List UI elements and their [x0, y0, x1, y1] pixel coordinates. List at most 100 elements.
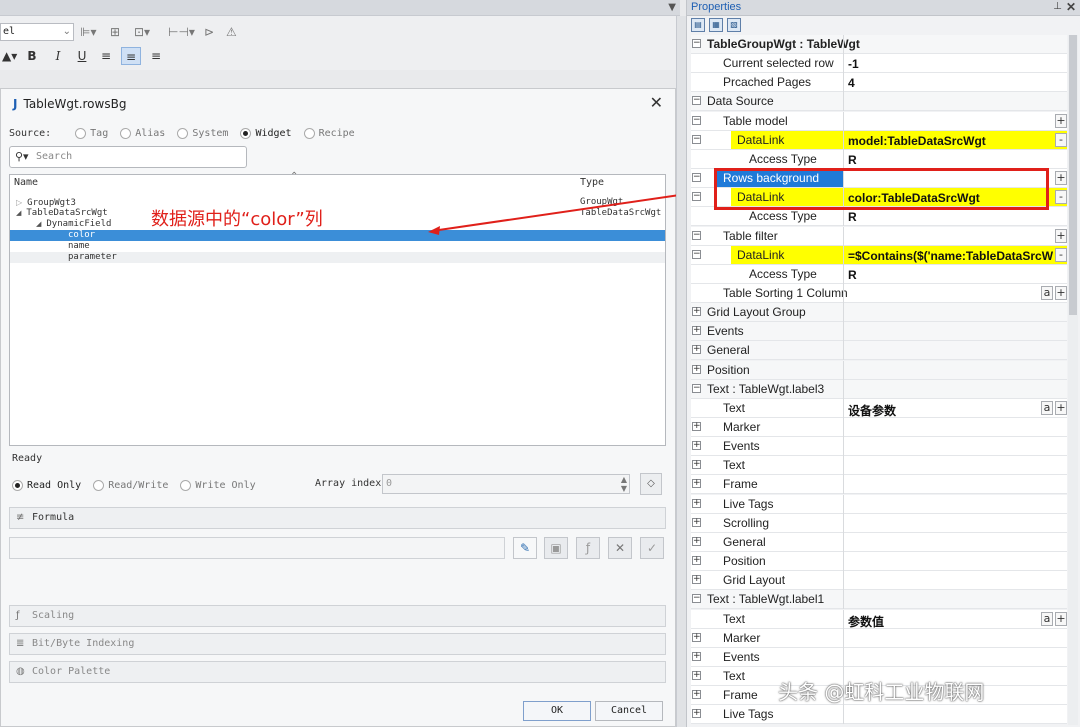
expand-icon[interactable]: +: [692, 556, 701, 566]
text-color-icon[interactable]: ▲▾: [2, 47, 17, 65]
property-pages-icon[interactable]: ▧: [727, 18, 741, 32]
expand-icon[interactable]: +: [692, 498, 701, 508]
alphabetical-view-icon[interactable]: ▦: [709, 18, 723, 32]
distribute-icon[interactable]: ⊡▾: [134, 23, 150, 41]
text-edit-button[interactable]: a: [1041, 400, 1053, 415]
expand-icon[interactable]: +: [692, 670, 701, 680]
collapse-icon[interactable]: −: [692, 383, 701, 393]
collapse-icon[interactable]: −: [692, 96, 701, 106]
read-only-radio[interactable]: Read Only: [12, 479, 81, 491]
bold-button[interactable]: B: [22, 47, 42, 65]
property-row[interactable]: − Data Source: [691, 92, 1067, 112]
underline-button[interactable]: U: [72, 47, 92, 65]
color-palette-section[interactable]: ◍ Color Palette: [9, 661, 666, 683]
collapse-icon[interactable]: −: [692, 39, 701, 48]
column-header-name[interactable]: Name: [14, 177, 38, 188]
expand-icon[interactable]: +: [692, 575, 701, 585]
property-row[interactable]: Access Type R: [691, 207, 1067, 227]
property-value[interactable]: =$Contains($('name:TableDataSrcW: [848, 249, 1053, 263]
apply-formula-button[interactable]: ✓: [640, 537, 664, 559]
property-row[interactable]: − Table filter +: [691, 226, 1067, 246]
tag-pick-button[interactable]: ◇: [640, 473, 662, 495]
property-row[interactable]: Text 参数值 a +: [691, 609, 1067, 630]
property-value[interactable]: model:TableDataSrcWgt: [848, 134, 1053, 148]
expand-icon[interactable]: +: [692, 517, 701, 527]
write-only-radio[interactable]: Write Only: [180, 479, 256, 491]
array-index-input[interactable]: 0 ▲ ▼: [382, 474, 630, 494]
remove-link-button[interactable]: -: [1055, 247, 1067, 262]
property-value[interactable]: 参数值: [848, 613, 1053, 630]
pin-icon[interactable]: ⊥: [1053, 1, 1062, 12]
property-row[interactable]: Access Type R: [691, 149, 1067, 169]
property-row[interactable]: + Events: [691, 322, 1067, 342]
property-row[interactable]: + Frame: [691, 475, 1067, 495]
property-value[interactable]: -1: [848, 57, 1053, 71]
source-alias-radio[interactable]: Alias: [120, 127, 165, 139]
property-row[interactable]: + General: [691, 341, 1067, 361]
property-value[interactable]: R: [848, 153, 1053, 167]
property-row[interactable]: Current selected row -1: [691, 54, 1067, 74]
expand-icon[interactable]: +: [692, 690, 701, 700]
tree-row[interactable]: ▷ GroupWgt3 GroupWgt: [10, 197, 665, 208]
collapse-icon[interactable]: −: [692, 192, 701, 202]
tree-row-selected[interactable]: color: [10, 230, 665, 241]
scaling-section[interactable]: ƒ Scaling: [9, 605, 666, 627]
property-value[interactable]: 设备参数: [848, 402, 1053, 419]
property-row[interactable]: + Grid Layout Group: [691, 303, 1067, 323]
source-recipe-radio[interactable]: Recipe: [303, 127, 355, 139]
remove-link-button[interactable]: -: [1055, 190, 1067, 205]
expand-icon[interactable]: +: [692, 364, 701, 374]
column-header-type[interactable]: Type: [580, 177, 604, 188]
add-link-button[interactable]: +: [1055, 171, 1067, 186]
remove-link-button[interactable]: -: [1055, 132, 1067, 147]
property-row[interactable]: + Position: [691, 360, 1067, 380]
tree-row[interactable]: name: [10, 241, 665, 252]
clear-formula-button[interactable]: ✕: [608, 537, 632, 559]
property-value[interactable]: R: [848, 210, 1053, 224]
property-row[interactable]: Prcached Pages 4: [691, 73, 1067, 93]
properties-scrollbar[interactable]: [1068, 35, 1078, 725]
property-row[interactable]: + Events: [691, 647, 1067, 667]
arrow-icon[interactable]: ⊳: [204, 23, 214, 41]
property-row[interactable]: + Events: [691, 437, 1067, 457]
close-icon[interactable]: ✕: [1066, 0, 1076, 14]
tree-row[interactable]: ◢ TableDataSrcWgt TableDataSrcWgt: [10, 208, 665, 219]
property-row[interactable]: + Scrolling: [691, 513, 1067, 533]
property-row[interactable]: + Text: [691, 456, 1067, 476]
expand-icon[interactable]: +: [692, 441, 701, 451]
expand-icon[interactable]: +: [692, 422, 701, 431]
collapse-icon[interactable]: −: [692, 230, 701, 240]
expand-icon[interactable]: +: [692, 345, 701, 355]
formula-input[interactable]: [9, 537, 505, 559]
bit-byte-indexing-section[interactable]: ≣ Bit/Byte Indexing: [9, 633, 666, 655]
spinner-icon[interactable]: ▲ ▼: [621, 475, 627, 493]
property-row[interactable]: + General: [691, 532, 1067, 552]
property-row[interactable]: Text 设备参数 a +: [691, 398, 1067, 419]
property-row[interactable]: + Marker: [691, 628, 1067, 648]
dropdown-arrow-icon[interactable]: ▼: [668, 2, 676, 13]
property-value[interactable]: R: [848, 268, 1053, 282]
property-row[interactable]: − Table model +: [691, 111, 1067, 131]
source-system-radio[interactable]: System: [177, 127, 228, 139]
align-left-icon[interactable]: ⊫▾: [80, 23, 96, 41]
categorized-view-icon[interactable]: ▤: [691, 18, 705, 32]
close-icon[interactable]: ✕: [650, 93, 663, 112]
property-row[interactable]: − TableGroupWgt : TableWgt: [691, 35, 1067, 54]
property-row[interactable]: − Text : TableWgt.label3: [691, 379, 1067, 399]
property-row[interactable]: + Grid Layout: [691, 571, 1067, 591]
collapse-icon[interactable]: −: [692, 134, 701, 144]
font-combo[interactable]: el ⌄: [0, 23, 74, 41]
expand-icon[interactable]: +: [692, 326, 701, 336]
scrollbar-thumb[interactable]: [1069, 35, 1077, 315]
expand-icon[interactable]: +: [692, 709, 701, 719]
italic-button[interactable]: I: [48, 47, 68, 65]
property-row[interactable]: − Text : TableWgt.label1: [691, 590, 1067, 610]
align-left-text-icon[interactable]: ≡: [96, 47, 116, 65]
align-center-text-icon[interactable]: ≡: [121, 47, 141, 65]
text-edit-button[interactable]: a: [1041, 611, 1053, 626]
property-row[interactable]: − DataLink model:TableDataSrcWgt -: [691, 130, 1067, 150]
grid-icon[interactable]: ⊞: [110, 23, 120, 41]
source-tag-radio[interactable]: Tag: [75, 127, 108, 139]
expand-icon[interactable]: +: [692, 632, 701, 642]
read-write-radio[interactable]: Read/Write: [93, 479, 168, 491]
